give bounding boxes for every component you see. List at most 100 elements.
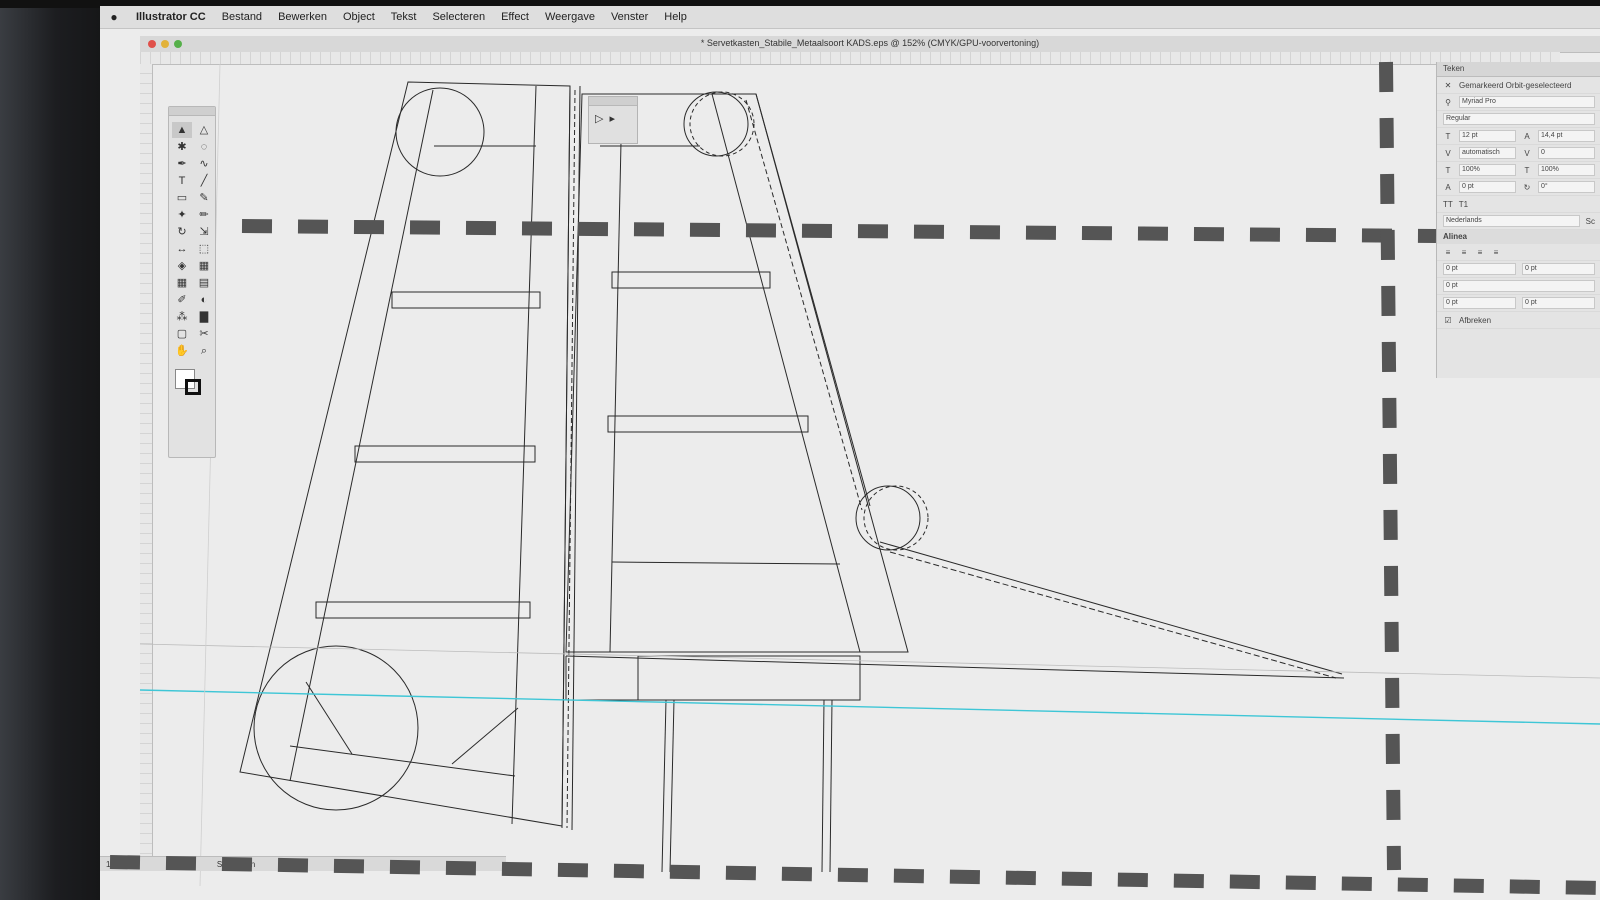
- language-select[interactable]: Nederlands: [1443, 215, 1580, 227]
- panel-grip[interactable]: [589, 97, 637, 106]
- right-cabinet-outline: [565, 93, 909, 653]
- shelf-right-3: [611, 561, 841, 565]
- slice-tool-icon[interactable]: ✂: [194, 326, 214, 342]
- perspective-tool-icon[interactable]: ▦: [194, 258, 214, 274]
- paintbrush-tool-icon[interactable]: ✎: [194, 190, 214, 206]
- artboard-tool-icon[interactable]: ▢: [172, 326, 192, 342]
- hand-tool-icon[interactable]: ✋: [172, 343, 192, 359]
- panel-header[interactable]: Teken: [1437, 62, 1600, 77]
- first-line-indent-field[interactable]: 0 pt: [1443, 280, 1595, 292]
- base-block: [637, 655, 861, 701]
- rotation-icon: ↻: [1523, 182, 1531, 192]
- lasso-tool-icon[interactable]: ◌: [194, 139, 214, 155]
- right-indent-field[interactable]: 0 pt: [1522, 263, 1595, 275]
- scale-tool-icon[interactable]: ⇲: [194, 224, 214, 240]
- vertical-scale-icon: T: [1445, 165, 1451, 175]
- shelf-right-1: [611, 271, 771, 289]
- space-before-field[interactable]: 0 pt: [1443, 297, 1516, 309]
- kerning-field[interactable]: automatisch: [1459, 147, 1516, 159]
- wheel-top-left: [395, 87, 485, 177]
- baseline-shift-icon: A: [1445, 182, 1451, 192]
- left-cabinet-inner-line: [289, 89, 434, 782]
- leg-a2: [669, 699, 675, 873]
- tools-grid: ▲ △ ✱ ◌ ✒ ∿ T ╱ ▭ ✎ ✦ ✏ ↻ ⇲ ↔ ⬚ ◈ ▦ ▦ ▤ ✐ ◐ ⁂ ▇ ▢ ✂ ✋ ⌕: [169, 116, 215, 359]
- graph-tool-icon[interactable]: ▇: [194, 309, 214, 325]
- ramp-line-b: [889, 551, 1337, 679]
- font-size-field[interactable]: 12 pt: [1459, 130, 1516, 142]
- justify-icon[interactable]: ≡: [1491, 248, 1501, 257]
- right-cabinet-slant: [711, 93, 861, 653]
- font-size-icon: T: [1445, 131, 1451, 141]
- screen: ● Illustrator CC Bestand Bewerken Object…: [100, 6, 1600, 900]
- current-tool-status: Selecteren: [216, 859, 256, 869]
- arm-line-a: [755, 93, 871, 507]
- mesh-tool-icon[interactable]: ▦: [172, 275, 192, 291]
- left-indent-field[interactable]: 0 pt: [1443, 263, 1516, 275]
- panel-grip[interactable]: [169, 107, 215, 116]
- rotation-field[interactable]: 0°: [1538, 181, 1595, 193]
- rotate-tool-icon[interactable]: ↻: [172, 224, 192, 240]
- character-panel: Teken ✕ Gemarkeerd Orbit-geselecteerd ⚲ My…: [1436, 62, 1600, 378]
- symbol-sprayer-tool-icon[interactable]: ⁂: [172, 309, 192, 325]
- tracking-icon: V: [1524, 148, 1530, 158]
- select-tool-icon[interactable]: ▷: [595, 112, 603, 125]
- tracking-field[interactable]: 0: [1538, 147, 1595, 159]
- type-tool-icon[interactable]: T: [172, 173, 192, 189]
- zoom-level[interactable]: 152%: [106, 860, 126, 869]
- pen-tool-icon[interactable]: ✒: [172, 156, 192, 172]
- artboard-canvas[interactable]: [100, 6, 1600, 900]
- leg-b2: [829, 699, 833, 873]
- post-line-dashed: [566, 89, 576, 829]
- shape-builder-tool-icon[interactable]: ◈: [172, 258, 192, 274]
- search-icon: ⚲: [1445, 97, 1451, 107]
- line-tool-icon[interactable]: ╱: [194, 173, 214, 189]
- align-center-icon[interactable]: ≡: [1459, 248, 1469, 257]
- font-family-field[interactable]: Myriad Pro: [1459, 96, 1595, 108]
- align-left-icon[interactable]: ≡: [1443, 248, 1453, 257]
- direct-select-tool-icon[interactable]: △: [194, 122, 214, 138]
- shelf-left-2: [354, 445, 536, 463]
- mini-tool-panel: ▷ ▸: [588, 96, 638, 144]
- width-tool-icon[interactable]: ↔: [172, 241, 192, 257]
- blend-tool-icon[interactable]: ◐: [194, 292, 214, 308]
- shaper-tool-icon[interactable]: ✦: [172, 207, 192, 223]
- font-style-field[interactable]: Regular: [1443, 113, 1595, 125]
- baseline-shift-field[interactable]: 0 pt: [1459, 181, 1516, 193]
- leading-icon: A: [1524, 131, 1530, 141]
- rectangle-tool-icon[interactable]: ▭: [172, 190, 192, 206]
- right-cabinet-inner: [609, 95, 623, 653]
- direct-select-tool-icon[interactable]: ▸: [609, 112, 615, 125]
- left-cabinet-outline: [239, 81, 571, 827]
- artboard-number[interactable]: 1: [134, 860, 138, 869]
- panel-row-label: Gemarkeerd Orbit-geselecteerd: [1459, 80, 1572, 90]
- shelf-right-2: [607, 415, 809, 433]
- curvature-tool-icon[interactable]: ∿: [194, 156, 214, 172]
- brace-line-left-a: [305, 681, 353, 755]
- anti-alias-select[interactable]: Sc: [1586, 217, 1595, 226]
- superscript-toggle[interactable]: T1: [1459, 200, 1468, 209]
- base-platform-line: [565, 655, 1345, 679]
- checkbox-icon[interactable]: ☑: [1443, 316, 1453, 325]
- arm-line-b: [745, 99, 863, 511]
- stroke-swatch[interactable]: [185, 379, 201, 395]
- align-right-icon[interactable]: ≡: [1475, 248, 1485, 257]
- free-transform-tool-icon[interactable]: ⬚: [194, 241, 214, 257]
- zoom-tool-icon[interactable]: ⌕: [194, 343, 214, 359]
- select-tool-icon[interactable]: ▲: [172, 122, 192, 138]
- eyedropper-tool-icon[interactable]: ✐: [172, 292, 192, 308]
- vertical-scale-field[interactable]: 100%: [1459, 164, 1516, 176]
- gradient-tool-icon[interactable]: ▤: [194, 275, 214, 291]
- paragraph-section-header[interactable]: Alinea: [1437, 230, 1600, 244]
- all-caps-toggle[interactable]: TT: [1443, 200, 1453, 209]
- magic-wand-tool-icon[interactable]: ✱: [172, 139, 192, 155]
- ramp-line-a: [879, 541, 1343, 675]
- leading-field[interactable]: 14,4 pt: [1538, 130, 1595, 142]
- wheel-top-right-a: [683, 91, 749, 157]
- space-after-field[interactable]: 0 pt: [1522, 297, 1595, 309]
- horizontal-scale-field[interactable]: 100%: [1538, 164, 1595, 176]
- wheel-middle-a: [855, 485, 921, 551]
- kerning-icon: V: [1445, 148, 1451, 158]
- shelf-left-3: [315, 601, 531, 619]
- faint-guide: [139, 643, 1600, 679]
- pencil-tool-icon[interactable]: ✏: [194, 207, 214, 223]
